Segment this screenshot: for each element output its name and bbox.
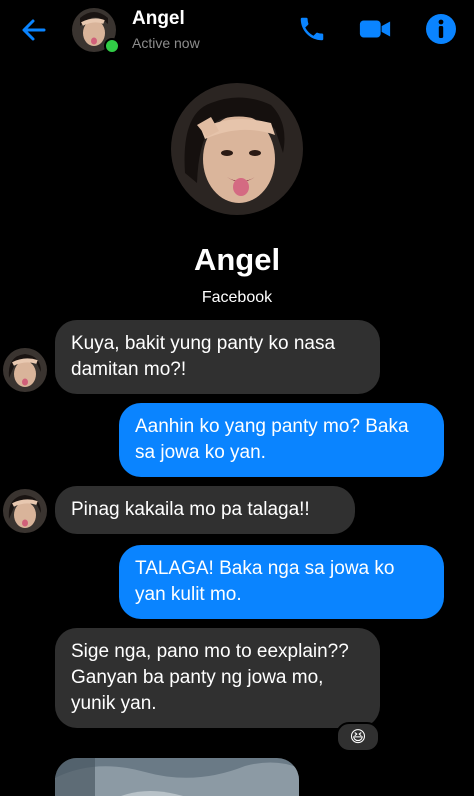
online-indicator [104,38,120,54]
message-bubble-incoming[interactable]: Kuya, bakit yung panty ko nasa damitan m… [55,320,380,394]
message-bubble-incoming[interactable]: Sige nga, pano mo to eexplain?? Ganyan b… [55,628,380,728]
messenger-chat-screen: Angel Active now Angel Facebook Kuya, ba… [0,0,474,796]
header-contact-name[interactable]: Angel [132,8,185,30]
message-reaction[interactable]: 😆 [336,722,380,752]
back-button[interactable] [14,10,54,50]
message-bubble-outgoing[interactable]: Aanhin ko yang panty mo? Baka sa jowa ko… [119,403,444,477]
chat-header: Angel Active now [0,0,474,62]
voice-call-button[interactable] [295,12,329,46]
info-button[interactable] [424,12,458,46]
profile-name: Angel [193,242,281,277]
message-bubble-outgoing[interactable]: TALAGA! Baka nga sa jowa ko yan kulit mo… [119,545,444,619]
back-arrow-icon [22,19,46,41]
profile-photo[interactable] [171,83,303,215]
video-call-button[interactable] [358,12,392,46]
sender-avatar[interactable] [3,489,47,533]
message-bubble-incoming[interactable]: Pinag kakaila mo pa talaga!! [55,486,355,534]
video-camera-icon [359,20,391,38]
header-active-status: Active now [132,35,200,51]
photo-message[interactable] [55,758,299,796]
profile-subtitle: Facebook [201,289,273,306]
sender-avatar[interactable] [3,348,47,392]
phone-icon [300,17,324,41]
info-icon [426,14,456,44]
